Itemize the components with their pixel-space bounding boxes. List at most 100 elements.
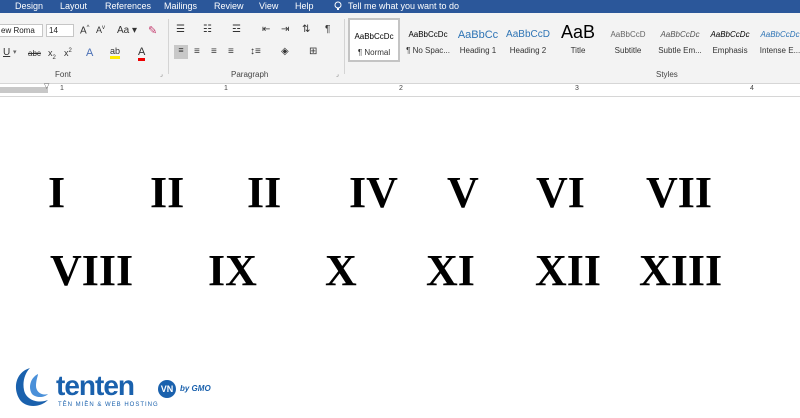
style-emphasis[interactable]: AaBbCcDc Emphasis	[704, 18, 756, 62]
ribbon-home: ew Roma 14 A^ Av Aa ▾ ✎ U ▾ abc x2 x2 A …	[0, 13, 800, 84]
align-center-icon[interactable]: ≡	[194, 46, 200, 57]
roman-numeral: VIII	[50, 246, 134, 295]
ruler-margin	[0, 87, 48, 93]
style-name: ¶ No Spac...	[406, 46, 450, 55]
highlight-icon[interactable]: ab	[110, 46, 121, 59]
styles-gallery: AaBbCcDc ¶ Normal AaBbCcDc ¶ No Spac... …	[348, 18, 800, 70]
multilevel-list-icon[interactable]: ☲	[232, 24, 241, 35]
ruler-number: 2	[399, 85, 403, 92]
style-preview: AaBbCcDc	[354, 32, 394, 41]
tab-layout[interactable]: Layout	[60, 1, 87, 11]
indent-marker-icon[interactable]: ▽	[44, 82, 49, 90]
style-heading-2[interactable]: AaBbCcD Heading 2	[502, 18, 554, 62]
line-spacing-icon[interactable]: ↕≡	[250, 46, 261, 57]
style-preview: AaB	[560, 22, 596, 42]
tab-view[interactable]: View	[259, 1, 278, 11]
shading-icon[interactable]: ◈	[281, 46, 289, 57]
subscript-icon[interactable]: x2	[48, 48, 56, 61]
lightbulb-icon	[334, 1, 342, 10]
logo-brand: tenten	[56, 370, 135, 401]
roman-numeral: II	[247, 168, 282, 217]
style-name: Subtitle	[614, 46, 642, 55]
style-normal[interactable]: AaBbCcDc ¶ Normal	[348, 18, 400, 62]
style-subtitle[interactable]: AaBbCcD Subtitle	[602, 18, 654, 62]
font-dialog-launcher-icon[interactable]: ⌟	[160, 71, 163, 78]
style-name: Heading 2	[509, 46, 547, 55]
paragraph-group-label: Paragraph	[231, 70, 269, 79]
strikethrough-icon[interactable]: abc	[28, 49, 41, 58]
roman-numeral: II	[150, 168, 185, 217]
style-subtle-emphasis[interactable]: AaBbCcDc Subtle Em...	[654, 18, 706, 62]
logo-tld: VN	[158, 380, 176, 398]
roman-numeral: X	[325, 246, 357, 295]
underline-icon[interactable]: U	[3, 47, 10, 58]
roman-numeral: V	[447, 168, 479, 217]
bullets-icon[interactable]: ☰	[176, 24, 185, 35]
tell-me-search[interactable]: Tell me what you want to do	[334, 1, 459, 11]
logo-tagline: TÊN MIỀN & WEB HOSTING	[58, 402, 159, 408]
tell-me-text: Tell me what you want to do	[348, 1, 460, 11]
increase-indent-icon[interactable]: ⇥	[281, 24, 289, 35]
borders-icon[interactable]: ⊞	[309, 46, 317, 57]
style-preview: AaBbCcDc	[408, 30, 448, 39]
ribbon-tab-bar: Design Layout References Mailings Review…	[0, 0, 800, 13]
style-preview: AaBbCcDc	[660, 30, 700, 39]
grow-font-icon[interactable]: A^	[80, 25, 90, 36]
roman-numeral: XI	[426, 246, 475, 295]
style-name: Title	[570, 46, 586, 55]
tab-design[interactable]: Design	[15, 1, 43, 11]
swoosh-logo-icon	[15, 368, 48, 406]
underline-dropdown-icon[interactable]: ▾	[13, 48, 17, 56]
ruler-number: 1	[60, 85, 64, 92]
ruler-number: 3	[575, 85, 579, 92]
roman-numeral: XII	[535, 246, 602, 295]
styles-group-label: Styles	[656, 70, 678, 79]
style-preview: AaBbCcDc	[710, 30, 750, 39]
style-name: Heading 1	[459, 46, 497, 55]
font-group-label: Font	[55, 70, 72, 79]
tenten-logo: tenten VN by GMO TÊN MIỀN & WEB HOSTING	[10, 362, 230, 414]
style-no-spacing[interactable]: AaBbCcDc ¶ No Spac...	[402, 18, 454, 62]
style-name: ¶ Normal	[357, 48, 391, 57]
font-name-combo[interactable]: ew Roma	[0, 24, 43, 37]
change-case-icon[interactable]: Aa ▾	[117, 25, 137, 36]
roman-numeral: VII	[646, 168, 713, 217]
tab-help[interactable]: Help	[295, 1, 314, 11]
roman-numeral: IV	[349, 168, 398, 217]
paragraph-dialog-launcher-icon[interactable]: ⌟	[336, 71, 339, 78]
justify-icon[interactable]: ≡	[228, 46, 234, 57]
style-preview: AaBbCc	[457, 29, 499, 41]
superscript-icon[interactable]: x2	[64, 48, 72, 58]
ruler-number: 4	[750, 85, 754, 92]
style-name: Emphasis	[712, 46, 748, 55]
sort-icon[interactable]: ⇅	[302, 24, 310, 35]
align-right-icon[interactable]: ≡	[211, 46, 217, 57]
clear-formatting-icon[interactable]: ✎	[148, 24, 157, 37]
style-title[interactable]: AaB Title	[552, 18, 604, 62]
logo-gmo: by GMO	[180, 384, 211, 393]
font-size-combo[interactable]: 14	[46, 24, 74, 37]
font-color-icon[interactable]: A	[138, 46, 146, 61]
roman-numeral: IX	[208, 246, 257, 295]
numbering-icon[interactable]: ☷	[203, 24, 212, 35]
tab-mailings[interactable]: Mailings	[164, 1, 197, 11]
ruler-number: 1	[224, 85, 228, 92]
align-left-icon[interactable]: ≡	[174, 45, 188, 59]
style-preview: AaBbCcD	[506, 29, 550, 40]
decrease-indent-icon[interactable]: ⇤	[262, 24, 270, 35]
style-preview: AaBbCcD	[610, 30, 646, 39]
show-formatting-icon[interactable]: ¶	[325, 24, 330, 35]
style-preview: AaBbCcDc	[760, 30, 800, 39]
shrink-font-icon[interactable]: Av	[96, 25, 105, 35]
text-effects-icon[interactable]: A	[86, 47, 93, 59]
horizontal-ruler[interactable]: ▽ 1 1 2 3 4	[0, 82, 800, 97]
group-separator	[168, 19, 169, 74]
roman-numeral: VI	[536, 168, 585, 217]
style-name: Intense E...	[759, 46, 800, 55]
tab-references[interactable]: References	[105, 1, 151, 11]
style-heading-1[interactable]: AaBbCc Heading 1	[452, 18, 504, 62]
roman-numeral: XIII	[639, 246, 723, 295]
tab-review[interactable]: Review	[214, 1, 244, 11]
roman-numeral: I	[48, 168, 66, 217]
style-intense-emphasis[interactable]: AaBbCcDc Intense E...	[754, 18, 800, 62]
